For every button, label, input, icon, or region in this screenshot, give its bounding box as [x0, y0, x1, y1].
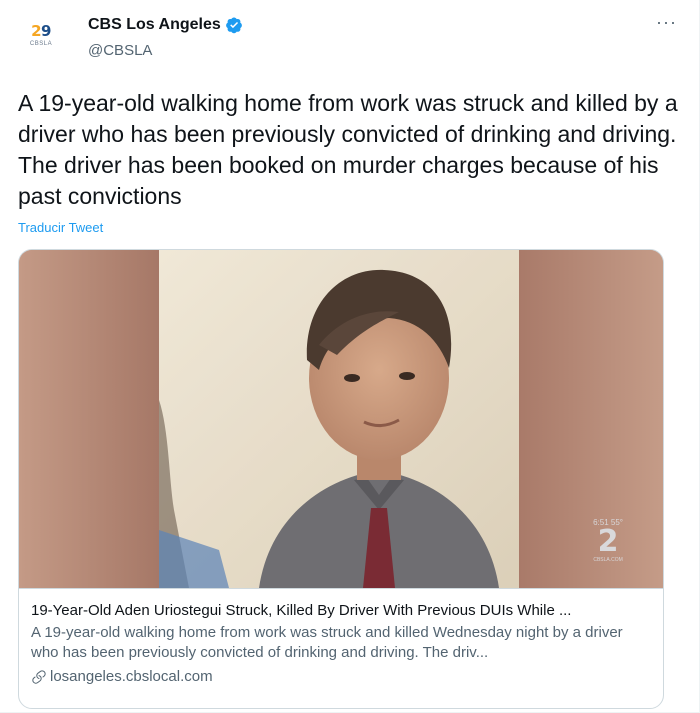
card-description: A 19-year-old walking home from work was…: [31, 624, 623, 661]
tweet[interactable]: 29 CBSLA CBS Los Angeles @CBSLA ··· A 19…: [0, 0, 700, 713]
avatar-logo-sub: CBSLA: [29, 40, 53, 47]
card-photo: [19, 250, 663, 588]
more-horizontal-icon[interactable]: ···: [656, 12, 677, 33]
card-title[interactable]: 19-Year-Old Aden Uriostegui Struck, Kill…: [31, 601, 651, 621]
watermark-sub: CBSLA.COM: [593, 557, 623, 563]
card-meta[interactable]: 19-Year-Old Aden Uriostegui Struck, Kill…: [19, 588, 663, 687]
avatar-logo: 29: [31, 21, 51, 40]
card-domain[interactable]: losangeles.cbslocal.com: [31, 667, 651, 687]
card-domain-text[interactable]: losangeles.cbslocal.com: [50, 667, 213, 687]
watermark-logo: 2: [597, 524, 619, 559]
news-watermark: 6:51 55° 2 CBSLA.COM: [593, 518, 623, 563]
card-image[interactable]: 6:51 55° 2 CBSLA.COM: [19, 250, 663, 588]
avatar-logo-right: 9: [41, 21, 51, 40]
avatar-logo-mid: 2: [31, 21, 41, 40]
link-card[interactable]: 6:51 55° 2 CBSLA.COM 19-Year-Old Aden Ur…: [18, 249, 664, 709]
display-name[interactable]: CBS Los Angeles: [88, 16, 221, 34]
link-icon: [31, 669, 47, 685]
tweet-text: A 19-year-old walking home from work was…: [18, 90, 678, 209]
avatar[interactable]: 29 CBSLA: [16, 10, 66, 60]
translate-tweet-link[interactable]: Traducir Tweet: [18, 220, 103, 235]
verified-badge-icon: [225, 16, 243, 34]
author-name-row[interactable]: CBS Los Angeles: [88, 16, 243, 34]
author-handle[interactable]: @CBSLA: [88, 42, 152, 59]
